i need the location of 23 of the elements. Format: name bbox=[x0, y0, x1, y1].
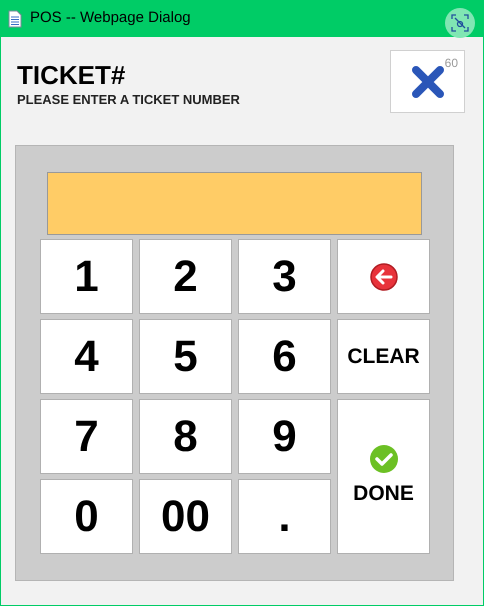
digit-key[interactable]: 6 bbox=[238, 319, 331, 394]
dialog-heading: TICKET# bbox=[17, 60, 126, 90]
done-key[interactable]: DONE bbox=[337, 399, 430, 554]
digit-key[interactable]: 0 bbox=[40, 479, 133, 554]
check-icon bbox=[368, 444, 398, 474]
instruction-text: PLEASE ENTER A TICKET NUMBER bbox=[17, 91, 240, 109]
digit-key[interactable]: 2 bbox=[139, 239, 232, 314]
digit-key[interactable]: 5 bbox=[139, 319, 232, 394]
document-icon bbox=[8, 10, 22, 28]
countdown-text: 60 bbox=[444, 55, 458, 72]
digit-key[interactable]: 4 bbox=[40, 319, 133, 394]
digit-key[interactable]: 1 bbox=[40, 239, 133, 314]
window-title: POS -- Webpage Dialog bbox=[30, 8, 191, 28]
close-icon bbox=[412, 66, 444, 98]
digit-key[interactable]: 3 bbox=[238, 239, 331, 314]
digit-key[interactable]: 8 bbox=[139, 399, 232, 474]
backspace-key[interactable] bbox=[337, 239, 430, 314]
digit-key[interactable]: 7 bbox=[40, 399, 133, 474]
screenshot-icon[interactable] bbox=[445, 8, 475, 38]
digit-key[interactable]: 00 bbox=[139, 479, 232, 554]
digit-key[interactable]: 9 bbox=[238, 399, 331, 474]
digit-key[interactable]: . bbox=[238, 479, 331, 554]
clear-key[interactable]: CLEAR bbox=[337, 319, 430, 394]
